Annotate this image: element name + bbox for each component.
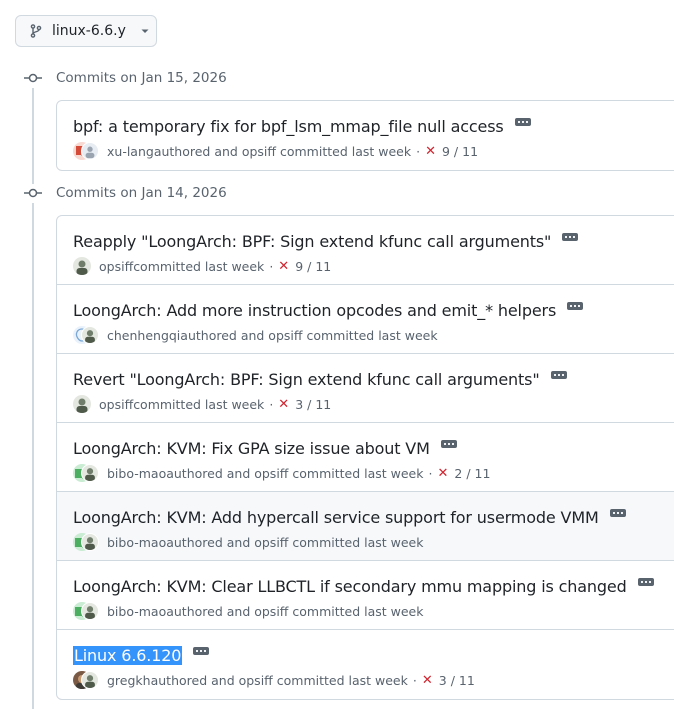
triangle-down-icon xyxy=(141,29,149,33)
commit-meta-text: committed last week xyxy=(133,396,265,412)
separator-dot: · xyxy=(269,396,274,412)
check-status[interactable]: 2 / 11 xyxy=(454,466,490,481)
avatar[interactable] xyxy=(81,602,99,620)
expand-message-button[interactable] xyxy=(607,505,629,521)
commit-row: bpf: a temporary fix for bpf_lsm_mmap_fi… xyxy=(57,101,674,170)
commit-group-header: Commits on Jan 15, 2026 xyxy=(24,68,227,88)
x-failure-icon[interactable]: ✕ xyxy=(278,397,289,412)
commit-row: Reapply "LoongArch: BPF: Sign extend kfu… xyxy=(57,216,674,285)
commit-meta-text: authored and opsiff committed last week xyxy=(166,534,424,550)
check-status[interactable]: 9 / 11 xyxy=(295,259,331,274)
branch-name: linux-6.6.y xyxy=(52,23,126,39)
avatar[interactable] xyxy=(81,326,99,344)
commit-message-link[interactable]: LoongArch: KVM: Clear LLBCTL if secondar… xyxy=(73,577,627,596)
ellipsis-icon xyxy=(637,578,654,586)
commit-message-link[interactable]: Revert "LoongArch: BPF: Sign extend kfun… xyxy=(73,370,540,389)
commit-row: Revert "LoongArch: BPF: Sign extend kfun… xyxy=(57,354,674,423)
expand-message-button[interactable] xyxy=(190,643,212,659)
ellipsis-icon xyxy=(567,302,584,310)
commit-row: LoongArch: Add more instruction opcodes … xyxy=(57,285,674,354)
commit-meta-text: authored and opsiff committed last week xyxy=(153,143,412,159)
commit-meta-text: authored and opsiff committed last week xyxy=(166,465,424,481)
commit-meta-text: authored and opsiff committed last week xyxy=(180,327,438,343)
x-failure-icon[interactable]: ✕ xyxy=(422,673,433,688)
expand-message-button[interactable] xyxy=(548,367,570,383)
commit-group-header: Commits on Jan 14, 2026 xyxy=(24,183,227,203)
author-link[interactable]: opsiff xyxy=(99,259,133,274)
ellipsis-icon xyxy=(440,440,457,448)
commit-row: Linux 6.6.120 gregkh authored and opsiff… xyxy=(57,630,674,699)
timeline-line xyxy=(32,88,34,184)
commit-message-link[interactable]: bpf: a temporary fix for bpf_lsm_mmap_fi… xyxy=(73,117,504,136)
commit-message-link[interactable]: LoongArch: KVM: Fix GPA size issue about… xyxy=(73,439,430,458)
author-link[interactable]: opsiff xyxy=(99,397,133,412)
check-status[interactable]: 3 / 11 xyxy=(439,673,475,688)
commit-message-link[interactable]: LoongArch: Add more instruction opcodes … xyxy=(73,301,556,320)
check-status[interactable]: 9 / 11 xyxy=(442,144,478,159)
x-failure-icon[interactable]: ✕ xyxy=(278,259,289,274)
branch-selector-button[interactable]: linux-6.6.y xyxy=(15,15,157,47)
expand-message-button[interactable] xyxy=(438,436,460,452)
git-commit-icon xyxy=(24,69,42,87)
commit-meta-text: authored and opsiff committed last week xyxy=(166,603,424,619)
ellipsis-icon xyxy=(562,233,579,241)
author-link[interactable]: bibo-mao xyxy=(107,604,166,619)
expand-message-button[interactable] xyxy=(559,229,581,245)
expand-message-button[interactable] xyxy=(512,114,534,130)
author-link[interactable]: bibo-mao xyxy=(107,535,166,550)
commit-row: LoongArch: KVM: Fix GPA size issue about… xyxy=(57,423,674,492)
commit-row: LoongArch: KVM: Add hypercall service su… xyxy=(57,492,674,561)
separator-dot: · xyxy=(412,672,417,688)
git-branch-icon xyxy=(30,24,42,38)
expand-message-button[interactable] xyxy=(635,574,657,590)
author-link[interactable]: bibo-mao xyxy=(107,466,166,481)
avatar[interactable] xyxy=(81,533,99,551)
commit-message-link[interactable]: Reapply "LoongArch: BPF: Sign extend kfu… xyxy=(73,232,551,251)
avatar[interactable] xyxy=(81,464,99,482)
avatar[interactable] xyxy=(73,257,91,275)
commit-row: LoongArch: KVM: Clear LLBCTL if secondar… xyxy=(57,561,674,630)
ellipsis-icon xyxy=(193,647,210,655)
avatar[interactable] xyxy=(81,142,99,160)
commit-meta-text: committed last week xyxy=(133,258,265,274)
author-link[interactable]: xu-lang xyxy=(107,144,154,159)
separator-dot: · xyxy=(269,258,274,274)
ellipsis-icon xyxy=(609,509,626,517)
ellipsis-icon xyxy=(550,371,567,379)
check-status[interactable]: 3 / 11 xyxy=(295,397,331,412)
commit-list: Reapply "LoongArch: BPF: Sign extend kfu… xyxy=(56,215,674,700)
git-commit-icon xyxy=(24,184,42,202)
author-link[interactable]: gregkh xyxy=(107,673,151,688)
timeline-line xyxy=(32,203,34,709)
separator-dot: · xyxy=(428,465,433,481)
separator-dot: · xyxy=(416,143,421,159)
avatar[interactable] xyxy=(73,395,91,413)
avatar[interactable] xyxy=(81,671,99,689)
commit-meta-text: authored and opsiff committed last week xyxy=(150,672,408,688)
x-failure-icon[interactable]: ✕ xyxy=(425,144,436,159)
x-failure-icon[interactable]: ✕ xyxy=(437,466,448,481)
author-link[interactable]: chenhengqi xyxy=(107,328,180,343)
ellipsis-icon xyxy=(514,118,531,126)
commit-list: bpf: a temporary fix for bpf_lsm_mmap_fi… xyxy=(56,100,674,171)
commit-group-date: Commits on Jan 14, 2026 xyxy=(56,185,227,201)
commit-message-link[interactable]: Linux 6.6.120 xyxy=(73,645,183,665)
expand-message-button[interactable] xyxy=(564,298,586,314)
commit-message-link[interactable]: LoongArch: KVM: Add hypercall service su… xyxy=(73,508,599,527)
commit-group-date: Commits on Jan 15, 2026 xyxy=(56,70,227,86)
